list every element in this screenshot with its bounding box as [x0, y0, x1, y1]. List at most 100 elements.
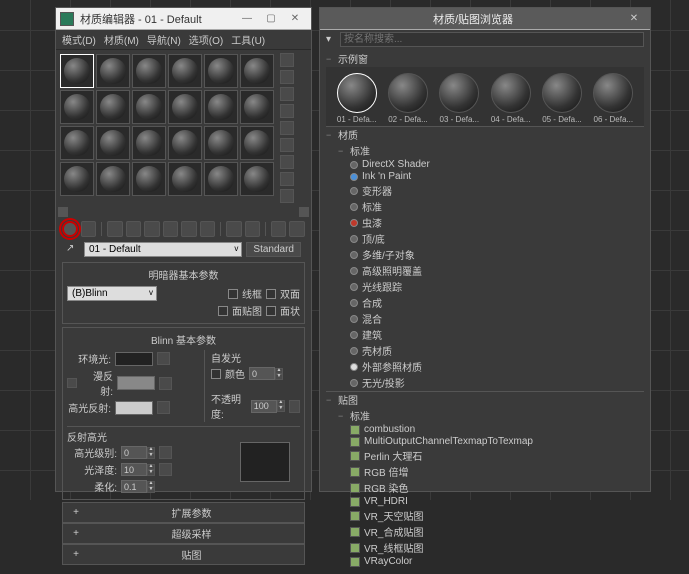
show-in-vp-icon[interactable] — [226, 221, 242, 237]
material-item[interactable]: 标准 — [326, 199, 644, 215]
menu-utils[interactable]: 工具(U) — [231, 32, 265, 47]
tool-video-check-icon[interactable] — [280, 121, 294, 135]
sample-item[interactable]: 03 - Defa... — [439, 73, 480, 124]
sample-slot[interactable] — [60, 90, 94, 124]
material-item[interactable]: DirectX Shader — [326, 159, 644, 171]
rollout-maps[interactable]: +贴图 — [62, 544, 305, 565]
map-item[interactable]: RGB 染色 — [326, 480, 644, 496]
map-item[interactable]: Perlin 大理石 — [326, 448, 644, 464]
sample-slot[interactable] — [204, 126, 238, 160]
map-item[interactable]: VR_天空贴图 — [326, 508, 644, 524]
put-to-scene-icon[interactable] — [81, 221, 97, 237]
material-item[interactable]: 外部参照材质 — [326, 359, 644, 375]
rollout-supersample[interactable]: +超级采样 — [62, 523, 305, 544]
sample-slot[interactable] — [240, 126, 274, 160]
shader-combo[interactable]: (B)Blinn — [67, 286, 157, 301]
gloss-map-button[interactable] — [159, 463, 172, 476]
sample-slot[interactable] — [132, 126, 166, 160]
titlebar[interactable]: 材质编辑器 - 01 - Default — ▢ ✕ — [56, 8, 311, 30]
map-item[interactable]: VR_HDRI — [326, 496, 644, 508]
menu-options[interactable]: 选项(O) — [189, 32, 223, 47]
material-item[interactable]: 无光/投影 — [326, 375, 644, 391]
material-item[interactable]: Ink 'n Paint — [326, 171, 644, 183]
show-end-icon[interactable] — [245, 221, 261, 237]
material-item[interactable]: 高级照明覆盖 — [326, 263, 644, 279]
group-maps-standard[interactable]: −标准 — [326, 408, 644, 424]
sample-slot[interactable] — [60, 54, 94, 88]
sample-slot[interactable] — [168, 54, 202, 88]
sample-slot[interactable] — [240, 90, 274, 124]
group-materials[interactable]: −材质 — [326, 127, 644, 143]
map-item[interactable]: VR_合成贴图 — [326, 524, 644, 540]
minimize-button[interactable]: — — [235, 10, 259, 28]
sample-slot[interactable] — [204, 162, 238, 196]
group-samples[interactable]: −示例窗 — [326, 51, 644, 67]
twoside-checkbox[interactable] — [266, 289, 276, 299]
close-button[interactable]: ✕ — [283, 10, 307, 28]
material-item[interactable]: 混合 — [326, 311, 644, 327]
speclevel-map-button[interactable] — [159, 446, 172, 459]
rollout-extended[interactable]: +扩展参数 — [62, 502, 305, 523]
group-standard[interactable]: −标准 — [326, 143, 644, 159]
material-item[interactable]: 合成 — [326, 295, 644, 311]
material-item[interactable]: 壳材质 — [326, 343, 644, 359]
soften-spinner[interactable]: ▲▼ — [121, 480, 155, 493]
sample-slot[interactable] — [204, 54, 238, 88]
material-item[interactable]: 建筑 — [326, 327, 644, 343]
menu-navigate[interactable]: 导航(N) — [147, 32, 181, 47]
map-item[interactable]: VR_线框贴图 — [326, 540, 644, 556]
specular-swatch[interactable] — [115, 401, 153, 415]
map-item[interactable]: MultiOutputChannelTexmapToTexmap — [326, 436, 644, 448]
sample-slot[interactable] — [60, 126, 94, 160]
go-sibling-icon[interactable] — [289, 221, 305, 237]
sample-item[interactable]: 02 - Defa... — [387, 73, 428, 124]
sample-slot[interactable] — [240, 162, 274, 196]
tool-uvtile-icon[interactable] — [280, 104, 294, 118]
material-item[interactable]: 多维/子对象 — [326, 247, 644, 263]
map-item[interactable]: RGB 倍增 — [326, 464, 644, 480]
scroll-left-icon[interactable] — [58, 207, 68, 217]
ad-lock-icon[interactable] — [67, 378, 77, 388]
sample-slot[interactable] — [96, 126, 130, 160]
assign-to-sel-icon[interactable] — [107, 221, 123, 237]
faceted-checkbox[interactable] — [266, 306, 276, 316]
search-menu-icon[interactable]: ▾ — [326, 34, 336, 45]
material-item[interactable]: 变形器 — [326, 183, 644, 199]
specular-level-spinner[interactable]: ▲▼ — [121, 446, 155, 459]
sample-slot[interactable] — [96, 90, 130, 124]
sample-item[interactable]: 05 - Defa... — [541, 73, 582, 124]
opacity-map-button[interactable] — [289, 400, 300, 413]
pick-from-obj-icon[interactable]: ↗ — [66, 243, 80, 257]
make-unique-icon[interactable] — [163, 221, 179, 237]
tool-backlight-icon[interactable] — [280, 70, 294, 84]
sample-slot[interactable] — [96, 162, 130, 196]
tool-sample-type-icon[interactable] — [280, 53, 294, 67]
material-item[interactable]: 顶/底 — [326, 231, 644, 247]
material-item[interactable]: 光线跟踪 — [326, 279, 644, 295]
ambient-map-button[interactable] — [157, 352, 170, 365]
specular-map-button[interactable] — [157, 401, 170, 414]
titlebar[interactable]: 材质/贴图浏览器 ✕ — [320, 8, 650, 30]
search-input[interactable] — [340, 32, 644, 47]
tool-map-nav-icon[interactable] — [280, 189, 294, 203]
group-maps[interactable]: −贴图 — [326, 392, 644, 408]
tool-select-by-icon[interactable] — [280, 172, 294, 186]
sample-slot[interactable] — [168, 126, 202, 160]
menu-material[interactable]: 材质(M) — [104, 32, 139, 47]
diffuse-map-button[interactable] — [159, 377, 172, 390]
sample-slot[interactable] — [132, 90, 166, 124]
reset-map-icon[interactable] — [126, 221, 142, 237]
selfillum-color-checkbox[interactable] — [211, 369, 221, 379]
selfillum-spinner[interactable]: ▲▼ — [249, 367, 283, 380]
map-item[interactable]: VRayColor — [326, 556, 644, 568]
ambient-swatch[interactable] — [115, 352, 153, 366]
go-parent-icon[interactable] — [271, 221, 287, 237]
sample-slot[interactable] — [132, 54, 166, 88]
sample-item[interactable]: 06 - Defa... — [593, 73, 634, 124]
tool-preview-icon[interactable] — [280, 138, 294, 152]
sample-slot[interactable] — [168, 162, 202, 196]
sample-item[interactable]: 01 - Defa... — [336, 73, 377, 124]
close-button[interactable]: ✕ — [622, 10, 646, 28]
sample-slot[interactable] — [204, 90, 238, 124]
sample-slot[interactable] — [132, 162, 166, 196]
